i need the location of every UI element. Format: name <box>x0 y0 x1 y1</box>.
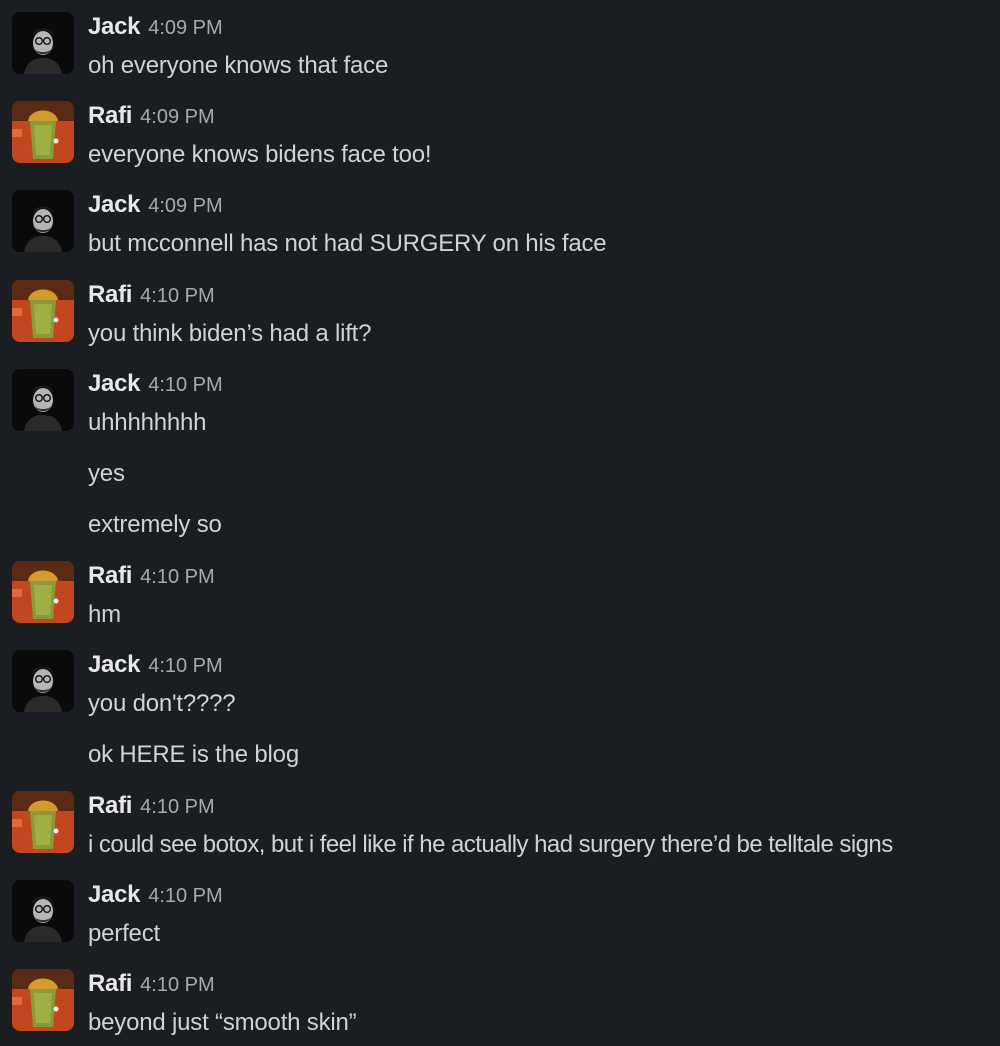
message-text: you don't???? <box>88 690 236 717</box>
message-header: Rafi 4:10 PM <box>88 280 215 310</box>
message-text: uhhhhhhhh <box>88 409 207 436</box>
rafi-avatar-icon <box>12 969 74 1031</box>
author-name[interactable]: Rafi <box>88 102 132 129</box>
author-name[interactable]: Rafi <box>88 562 132 589</box>
avatar[interactable] <box>12 650 74 712</box>
message-header: Jack 4:10 PM <box>88 880 223 910</box>
timestamp[interactable]: 4:09 PM <box>148 195 222 217</box>
jack-avatar-icon <box>12 12 74 74</box>
author-name[interactable]: Jack <box>88 13 141 40</box>
jack-avatar-icon <box>12 650 74 712</box>
message-text: extremely so <box>88 511 222 538</box>
author-name[interactable]: Rafi <box>88 970 132 997</box>
author-name[interactable]: Jack <box>88 881 141 908</box>
message-text: i could see botox, but i feel like if he… <box>88 831 893 858</box>
message-text: perfect <box>88 920 160 947</box>
timestamp[interactable]: 4:10 PM <box>148 655 222 677</box>
message-text: ok HERE is the blog <box>88 741 299 768</box>
rafi-avatar-icon <box>12 101 74 163</box>
timestamp[interactable]: 4:10 PM <box>140 566 214 588</box>
avatar[interactable] <box>12 969 74 1031</box>
timestamp[interactable]: 4:09 PM <box>140 106 214 128</box>
avatar[interactable] <box>12 369 74 431</box>
author-name[interactable]: Rafi <box>88 281 132 308</box>
avatar[interactable] <box>12 561 74 623</box>
jack-avatar-icon <box>12 190 74 252</box>
timestamp[interactable]: 4:10 PM <box>140 796 214 818</box>
timestamp[interactable]: 4:10 PM <box>140 285 214 307</box>
message-header: Jack 4:10 PM <box>88 369 223 399</box>
avatar[interactable] <box>12 791 74 853</box>
timestamp[interactable]: 4:09 PM <box>148 17 222 39</box>
jack-avatar-icon <box>12 369 74 431</box>
timestamp[interactable]: 4:10 PM <box>148 374 222 396</box>
author-name[interactable]: Jack <box>88 191 141 218</box>
message-text: hm <box>88 601 121 628</box>
message-header: Rafi 4:10 PM <box>88 561 215 591</box>
message-text: you think biden’s had a lift? <box>88 320 372 347</box>
rafi-avatar-icon <box>12 280 74 342</box>
jack-avatar-icon <box>12 880 74 942</box>
message-header: Rafi 4:10 PM <box>88 791 215 821</box>
message-header: Jack 4:10 PM <box>88 650 223 680</box>
message-header: Rafi 4:10 PM <box>88 969 215 999</box>
message-text: but mcconnell has not had SURGERY on his… <box>88 230 607 257</box>
message-header: Jack 4:09 PM <box>88 12 223 42</box>
message-header: Rafi 4:09 PM <box>88 101 215 131</box>
avatar[interactable] <box>12 280 74 342</box>
message-text: yes <box>88 460 125 487</box>
message-text: beyond just “smooth skin” <box>88 1009 357 1036</box>
message-text: everyone knows bidens face too! <box>88 141 432 168</box>
avatar[interactable] <box>12 101 74 163</box>
message-text: oh everyone knows that face <box>88 52 389 79</box>
author-name[interactable]: Jack <box>88 651 141 678</box>
message-header: Jack 4:09 PM <box>88 190 223 220</box>
avatar[interactable] <box>12 12 74 74</box>
author-name[interactable]: Rafi <box>88 792 132 819</box>
author-name[interactable]: Jack <box>88 370 141 397</box>
timestamp[interactable]: 4:10 PM <box>140 974 214 996</box>
avatar[interactable] <box>12 880 74 942</box>
rafi-avatar-icon <box>12 791 74 853</box>
avatar[interactable] <box>12 190 74 252</box>
rafi-avatar-icon <box>12 561 74 623</box>
timestamp[interactable]: 4:10 PM <box>148 885 222 907</box>
